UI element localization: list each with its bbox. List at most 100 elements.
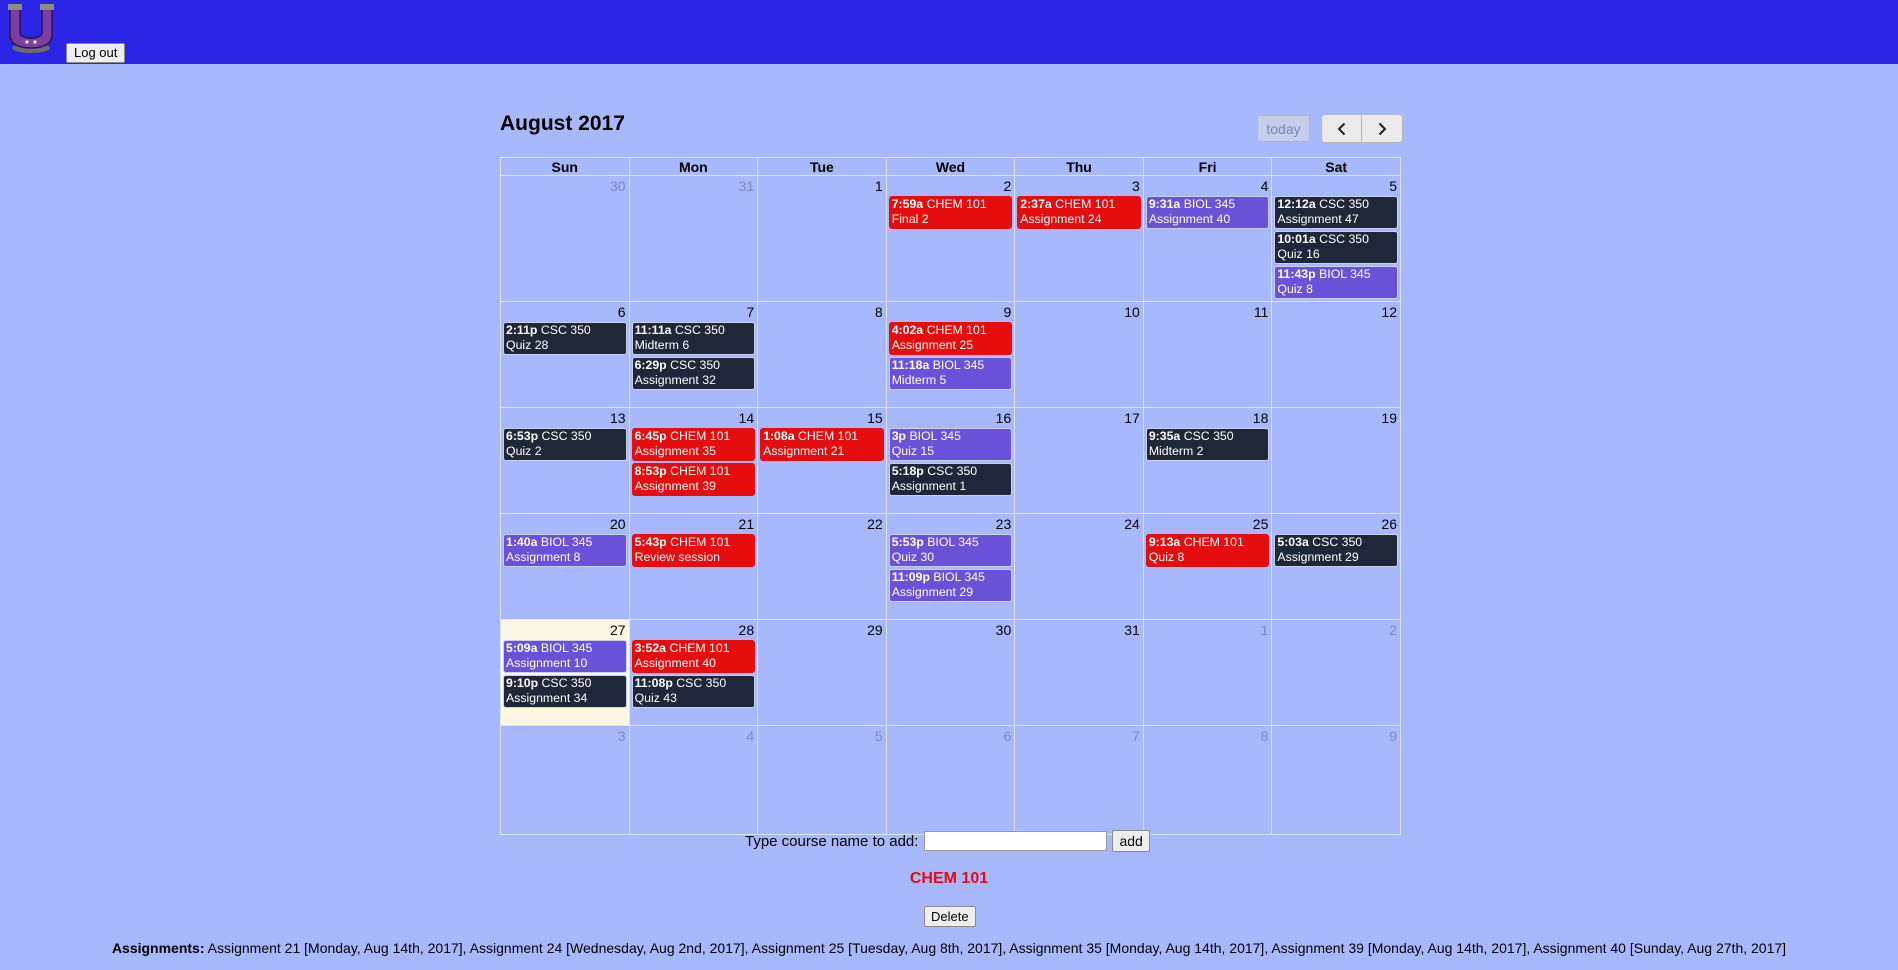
event-time: 11:08p [634, 676, 673, 690]
calendar-event[interactable]: 6:29p CSC 350 Assignment 32 [631, 357, 756, 390]
day-cell[interactable]: 26 5:03a CSC 350 Assignment 29 [1271, 513, 1401, 620]
add-course-button[interactable]: add [1112, 830, 1150, 852]
calendar-event[interactable]: 11:43p BIOL 345 Quiz 8 [1274, 266, 1398, 299]
event-heading: 11:11a CSC 350 [635, 323, 753, 338]
event-time: 2:11p [506, 323, 538, 337]
calendar-event[interactable]: 9:35a CSC 350 Midterm 2 [1145, 428, 1270, 461]
day-cell[interactable]: 7 [1014, 725, 1144, 835]
calendar-event[interactable]: 7:59a CHEM 101 Final 2 [888, 196, 1013, 229]
day-cell[interactable]: 31 [1014, 619, 1144, 726]
day-cell[interactable]: 1 [1142, 619, 1273, 726]
calendar-event[interactable]: 12:12a CSC 350 Assignment 47 [1274, 196, 1398, 229]
calendar-event[interactable]: 8:53p CHEM 101 Assignment 39 [631, 463, 756, 496]
calendar-event[interactable]: 1:08a CHEM 101 Assignment 21 [760, 428, 884, 461]
day-cell[interactable]: 23 5:53p BIOL 345 Quiz 30 11:09p BIOL 345 As… [885, 513, 1016, 620]
day-cell[interactable]: 17 [1014, 407, 1144, 514]
calendar-event[interactable]: 3p BIOL 345 Quiz 15 [888, 428, 1013, 461]
day-cell[interactable]: 18 9:35a CSC 350 Midterm 2 [1142, 407, 1273, 514]
logout-button[interactable]: Log out [66, 43, 126, 63]
calendar-event[interactable]: 10:01a CSC 350 Quiz 16 [1274, 231, 1398, 264]
day-cell[interactable]: 31 [628, 175, 759, 302]
calendar-event[interactable]: 9:13a CHEM 101 Quiz 8 [1145, 534, 1270, 567]
day-cell[interactable]: 14 6:45p CHEM 101 Assignment 35 8:53p CHEM … [628, 407, 759, 514]
day-cell[interactable]: 15 1:08a CHEM 101 Assignment 21 [757, 407, 887, 514]
day-cell[interactable]: 4 [628, 725, 759, 835]
day-cell[interactable]: 30 [500, 175, 630, 302]
event-heading: 2:37a CHEM 101 [1020, 197, 1138, 212]
event-course: BIOL 345 [909, 429, 961, 443]
day-cell[interactable]: 3 2:37a CHEM 101 Assignment 24 [1014, 175, 1144, 302]
event-time: 9:13a [1148, 535, 1181, 549]
calendar-event[interactable]: 5:43p CHEM 101 Review session [631, 534, 756, 567]
calendar-event[interactable]: 11:18a BIOL 345 Midterm 5 [888, 357, 1013, 390]
day-cell[interactable]: 2 [1271, 619, 1401, 726]
calendar-event[interactable]: 4:02a CHEM 101 Assignment 25 [888, 322, 1013, 355]
day-cell[interactable]: 4 9:31a BIOL 345 Assignment 40 [1142, 175, 1273, 302]
calendar-event[interactable]: 5:18p CSC 350 Assignment 1 [888, 463, 1013, 496]
day-number: 12 [1381, 304, 1397, 320]
day-cell[interactable]: 3 [500, 725, 630, 835]
calendar-event[interactable]: 1:40a BIOL 345 Assignment 8 [503, 534, 627, 567]
day-cell[interactable]: 5 [757, 725, 887, 835]
calendar-event[interactable]: 2:37a CHEM 101 Assignment 24 [1017, 196, 1141, 229]
day-cell[interactable]: 16 3p BIOL 345 Quiz 15 5:18p CSC 350 Assignm… [885, 407, 1016, 514]
day-cell[interactable]: 30 [885, 619, 1016, 726]
delete-course-button[interactable]: Delete [924, 906, 976, 927]
calendar-event[interactable]: 2:11p CSC 350 Quiz 28 [503, 322, 627, 355]
event-time: 6:29p [634, 358, 667, 372]
day-cell[interactable]: 6 [885, 725, 1016, 835]
calendar-event[interactable]: 5:03a CSC 350 Assignment 29 [1274, 534, 1398, 567]
day-cell[interactable]: 25 9:13a CHEM 101 Quiz 8 [1142, 513, 1273, 620]
event-title: Assignment 47 [1277, 212, 1359, 226]
day-cell[interactable]: 28 3:52a CHEM 101 Assignment 40 11:08p CSC … [628, 619, 759, 726]
calendar-event[interactable]: 6:45p CHEM 101 Assignment 35 [631, 428, 756, 461]
day-cell[interactable]: 5 12:12a CSC 350 Assignment 47 10:01a CSC 3… [1271, 175, 1401, 302]
event-time: 5:43p [634, 535, 667, 549]
day-number: 10 [1124, 304, 1140, 320]
day-cell[interactable]: 7 11:11a CSC 350 Midterm 6 6:29p CSC 350 Ass… [628, 301, 759, 408]
event-title: Quiz 2 [506, 444, 542, 458]
event-course: BIOL 345 [927, 535, 979, 549]
day-cell[interactable]: 1 [757, 175, 887, 302]
month-nav [1321, 114, 1403, 143]
day-cell[interactable]: 27 5:09a BIOL 345 Assignment 10 9:10p CSC 3… [500, 619, 630, 726]
prev-month-button[interactable] [1321, 114, 1362, 143]
day-cell[interactable]: 22 [757, 513, 887, 620]
day-cell[interactable]: 21 5:43p CHEM 101 Review session [628, 513, 759, 620]
event-title: Final 2 [891, 212, 929, 226]
day-cell[interactable]: 6 2:11p CSC 350 Quiz 28 [500, 301, 630, 408]
event-heading: 12:12a CSC 350 [1277, 197, 1395, 212]
calendar-event[interactable]: 11:09p BIOL 345 Assignment 29 [888, 569, 1013, 602]
app-logo [8, 4, 54, 53]
day-cell[interactable]: 9 4:02a CHEM 101 Assignment 25 11:18a BIOL … [885, 301, 1016, 408]
day-cell[interactable]: 8 [757, 301, 887, 408]
day-cell[interactable]: 12 [1271, 301, 1401, 408]
day-cell[interactable]: 29 [757, 619, 887, 726]
course-name-input[interactable] [924, 831, 1108, 851]
calendar-event[interactable]: 3:52a CHEM 101 Assignment 40 [631, 640, 756, 673]
day-cell[interactable]: 2 7:59a CHEM 101 Final 2 [885, 175, 1016, 302]
event-title: Review session [634, 550, 720, 564]
day-cell[interactable]: 8 [1142, 725, 1273, 835]
calendar-event[interactable]: 9:10p CSC 350 Assignment 34 [503, 675, 627, 708]
day-cell[interactable]: 11 [1142, 301, 1273, 408]
day-cell[interactable]: 24 [1014, 513, 1144, 620]
calendar-event[interactable]: 11:08p CSC 350 Quiz 43 [631, 675, 756, 708]
calendar-event[interactable]: 11:11a CSC 350 Midterm 6 [631, 322, 756, 355]
day-cell[interactable]: 10 [1014, 301, 1144, 408]
month-calendar: Sun Mon Tue Wed Thu Fri Sat 30 31 1 2 7:59a … [500, 157, 1401, 835]
event-heading: 9:35a CSC 350 [1149, 429, 1267, 444]
selected-course-name[interactable]: CHEM 101 [0, 870, 1898, 888]
day-cell[interactable]: 13 6:53p CSC 350 Quiz 2 [500, 407, 630, 514]
next-month-button[interactable] [1362, 114, 1403, 143]
day-cell[interactable]: 20 1:40a BIOL 345 Assignment 8 [500, 513, 630, 620]
event-course: BIOL 345 [540, 641, 593, 655]
today-button[interactable]: today [1257, 115, 1310, 142]
event-course: CHEM 101 [926, 323, 987, 337]
calendar-event[interactable]: 5:53p BIOL 345 Quiz 30 [888, 534, 1013, 567]
calendar-event[interactable]: 5:09a BIOL 345 Assignment 10 [503, 640, 627, 673]
calendar-event[interactable]: 6:53p CSC 350 Quiz 2 [503, 428, 627, 461]
day-cell[interactable]: 9 [1271, 725, 1401, 835]
day-cell[interactable]: 19 [1271, 407, 1401, 514]
calendar-event[interactable]: 9:31a BIOL 345 Assignment 40 [1145, 196, 1270, 229]
